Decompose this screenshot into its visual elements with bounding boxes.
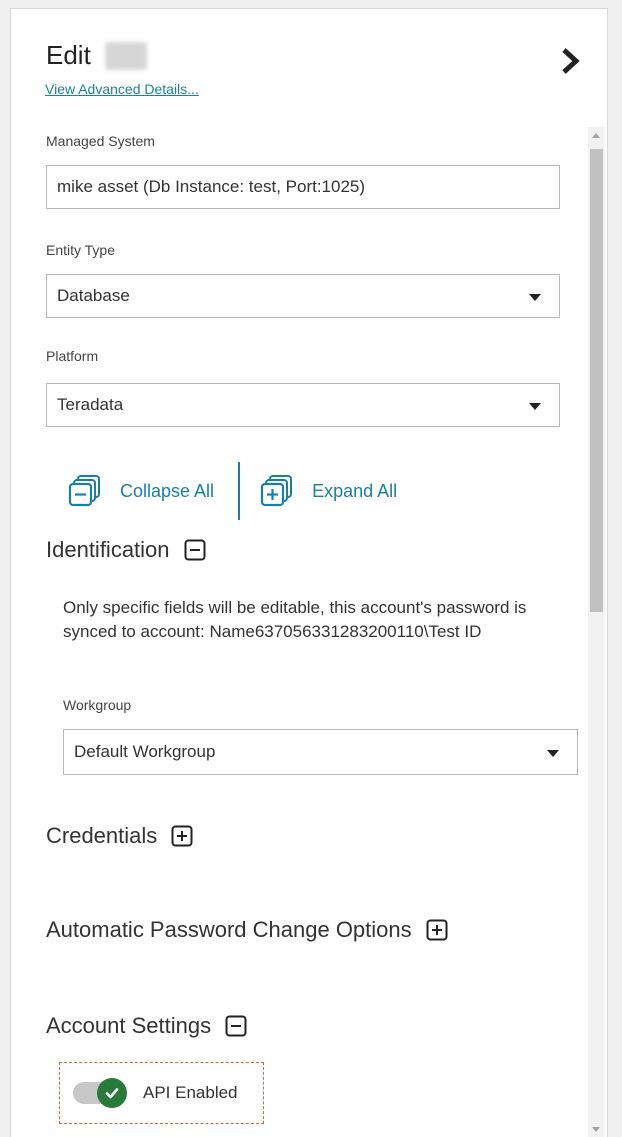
section-credentials-header: Credentials (46, 823, 193, 849)
platform-label: Platform (46, 348, 99, 364)
platform-value: Teradata (57, 395, 124, 414)
expand-collapse-controls: Collapse All Expand All (68, 462, 397, 520)
vertical-scrollbar[interactable] (588, 127, 605, 1137)
view-advanced-details-link[interactable]: View Advanced Details... (45, 81, 199, 97)
chevron-right-icon[interactable] (559, 46, 583, 76)
expand-all-icon (260, 475, 293, 507)
section-account-settings-header: Account Settings (46, 1013, 247, 1039)
api-enabled-toggle[interactable] (73, 1076, 129, 1110)
scroll-down-arrow[interactable] (592, 1127, 600, 1132)
managed-system-label: Managed System (46, 133, 155, 149)
scroll-up-arrow[interactable] (592, 133, 600, 138)
redacted-account-name (104, 41, 147, 70)
entity-type-label: Entity Type (46, 242, 116, 258)
section-identification-title: Identification (46, 537, 170, 562)
api-enabled-toggle-focus: API Enabled (59, 1062, 264, 1124)
toggle-knob (97, 1078, 127, 1108)
section-identification-header: Identification (46, 537, 206, 563)
sync-note-text: Only specific fields will be editable, t… (63, 598, 527, 641)
workgroup-value: Default Workgroup (74, 742, 216, 761)
platform-select[interactable]: Teradata (46, 383, 560, 427)
collapse-all-icon (68, 475, 100, 507)
edit-account-panel: Edit View Advanced Details... Managed Sy… (10, 8, 608, 1137)
expand-all-label: Expand All (312, 480, 398, 501)
section-credentials-title: Credentials (46, 823, 158, 848)
plus-square-icon[interactable] (426, 919, 448, 941)
collapse-all-label: Collapse All (120, 480, 215, 501)
page-title: Edit (46, 40, 147, 71)
section-auto-password-header: Automatic Password Change Options (46, 917, 448, 943)
expand-all-button[interactable]: Expand All (260, 474, 397, 508)
scroll-thumb[interactable] (590, 149, 603, 612)
section-account-settings-title: Account Settings (46, 1013, 212, 1038)
workgroup-select[interactable]: Default Workgroup (63, 729, 578, 775)
workgroup-label: Workgroup (63, 697, 132, 713)
entity-type-select[interactable]: Database (46, 274, 560, 318)
entity-type-value: Database (57, 286, 130, 305)
checkmark-icon (105, 1088, 119, 1099)
plus-square-icon[interactable] (171, 825, 193, 847)
api-enabled-label: API Enabled (143, 1083, 238, 1102)
page-title-text: Edit (46, 40, 91, 70)
collapse-all-button[interactable]: Collapse All (68, 474, 214, 508)
caret-down-icon (529, 294, 541, 301)
managed-system-value: mike asset (Db Instance: test, Port:1025… (57, 177, 366, 196)
section-auto-password-title: Automatic Password Change Options (46, 917, 412, 942)
caret-down-icon (529, 403, 541, 410)
divider (238, 462, 241, 520)
caret-down-icon (547, 750, 559, 757)
minus-square-icon[interactable] (225, 1015, 247, 1037)
managed-system-field: mike asset (Db Instance: test, Port:1025… (46, 165, 560, 209)
minus-square-icon[interactable] (184, 539, 206, 561)
